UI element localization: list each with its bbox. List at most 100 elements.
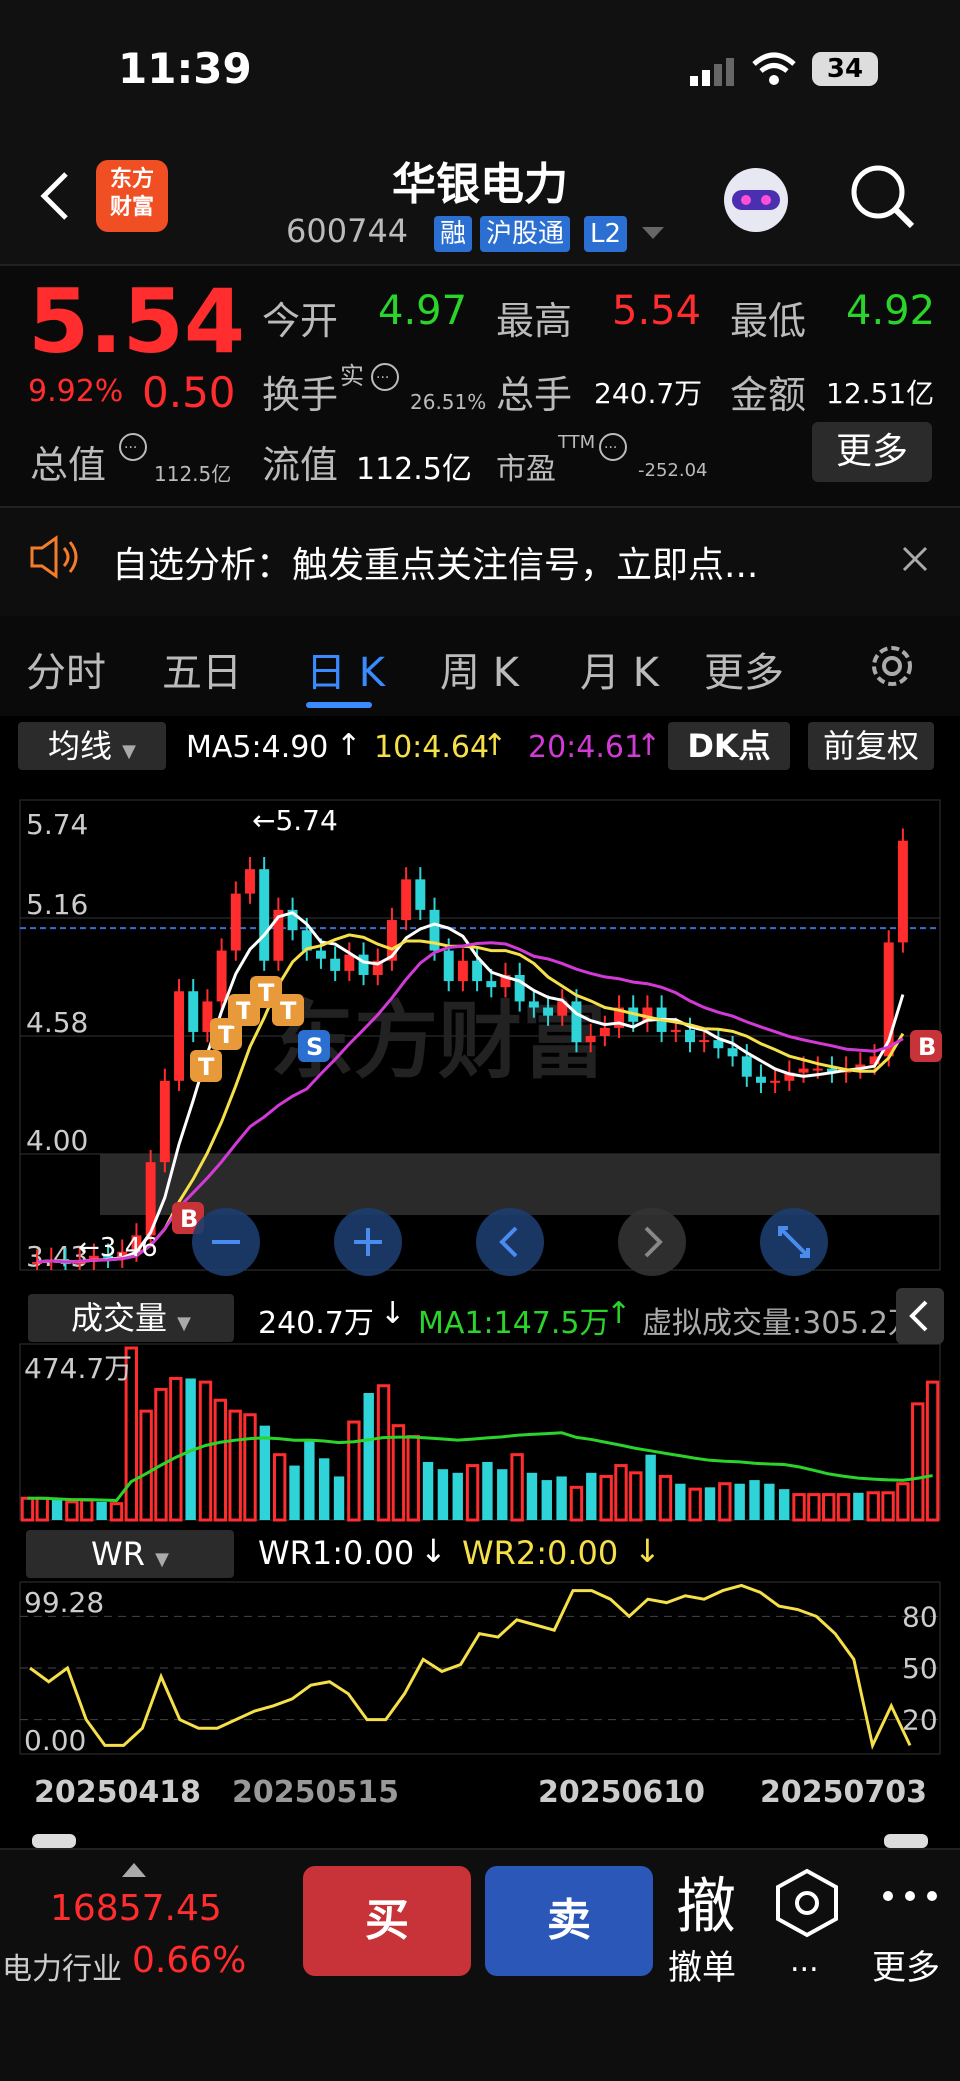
float-label: 流值 — [262, 443, 339, 487]
volume-bar — [688, 1487, 702, 1522]
wr-indicator-select[interactable]: WR ▼ — [26, 1530, 234, 1578]
volume-bar — [319, 1458, 330, 1520]
wr2-down-arrow-icon: ↓ — [634, 1532, 661, 1570]
volume-bar — [896, 1482, 910, 1522]
volume-bar — [510, 1453, 524, 1522]
svg-text:···: ··· — [376, 370, 389, 386]
volume-bar — [718, 1482, 732, 1522]
tab-daily-k[interactable]: 日 K — [306, 640, 385, 698]
volume-bar — [853, 1492, 864, 1520]
info-icon[interactable]: ··· — [598, 432, 628, 466]
wr-chart: 99.28 0.00 80 50 20 20250418 20250515 20250610 2… — [19, 1581, 941, 1848]
adjust-button[interactable]: 前复权 — [808, 722, 934, 770]
caret-up-icon — [122, 1862, 146, 1881]
tab-five-day[interactable]: 五日 — [162, 640, 242, 698]
amount-label: 金额 — [730, 373, 807, 417]
volume-bar — [779, 1489, 790, 1520]
max-price-label: ←5.74 — [252, 804, 338, 837]
volume-bar — [556, 1476, 567, 1520]
volume-bar — [169, 1376, 183, 1522]
close-icon[interactable] — [902, 546, 928, 576]
wr2-value: WR2:0.00 — [462, 1534, 619, 1572]
tag-hk-connect: 沪股通 — [480, 216, 571, 252]
battery-icon: 34 — [812, 52, 878, 86]
high-value: 5.54 — [612, 288, 702, 334]
indicator-label: 均线 — [47, 727, 112, 765]
tab-weekly-k[interactable]: 周 K — [440, 640, 519, 698]
volume-bar — [228, 1409, 242, 1522]
cancel-order-label[interactable]: 撤单 — [668, 1940, 736, 1989]
pe-label: 市盈 — [496, 452, 556, 487]
volume-bar — [614, 1464, 628, 1522]
y-tick-label: 5.16 — [26, 888, 88, 921]
svg-text:···: ··· — [124, 440, 137, 456]
volume-bar — [704, 1487, 716, 1520]
collapse-panel-icon[interactable] — [896, 1288, 944, 1344]
robot-avatar-icon[interactable] — [718, 162, 794, 242]
more-dots-icon[interactable] — [880, 1888, 940, 1908]
volume-bar — [422, 1461, 434, 1520]
virtual-volume: 虚拟成交量:305.2万 — [642, 1306, 910, 1341]
ma5-up-arrow-icon: ↑ — [336, 728, 362, 763]
more-bottom-label[interactable]: 更多 — [872, 1940, 940, 1989]
volume-max-label: 474.7万 — [24, 1352, 132, 1385]
wr-min-label: 0.00 — [24, 1724, 86, 1757]
candle-body — [727, 1048, 738, 1057]
candle-body — [174, 991, 184, 1081]
candle-body — [245, 869, 255, 894]
volume-ma1-line — [27, 1431, 933, 1503]
volume-bar — [198, 1380, 213, 1522]
ma10-value: 10:4.64 — [374, 730, 490, 765]
more-quote-button[interactable]: 更多 — [812, 422, 932, 482]
volume-bar — [391, 1424, 406, 1522]
signal-t-badge-letter: T — [280, 997, 297, 1025]
indicator-select[interactable]: 均线 ▼ — [18, 722, 166, 770]
candle-body — [216, 950, 227, 1002]
volume-bar — [586, 1472, 597, 1520]
sell-button[interactable]: 卖 — [485, 1866, 653, 1976]
info-icon[interactable]: ··· — [370, 362, 400, 396]
cancel-order-glyph[interactable]: 撤 — [676, 1858, 736, 1945]
change-value: 0.50 — [142, 368, 236, 417]
volume-bar — [154, 1387, 168, 1522]
search-icon[interactable] — [848, 162, 918, 236]
hexagon-icon[interactable] — [774, 1868, 840, 1942]
ma5-value: MA5:4.90 — [186, 730, 329, 765]
low-label: 最低 — [730, 299, 807, 343]
index-value[interactable]: 16857.45 — [50, 1888, 222, 1929]
wr-right-tick: 20 — [902, 1704, 938, 1737]
dk-point-button[interactable]: DK点 — [668, 722, 790, 770]
scroll-handle-icon — [32, 1834, 76, 1848]
buy-button[interactable]: 买 — [303, 1866, 471, 1976]
volume-bar — [569, 1485, 584, 1522]
volume-indicator-select[interactable]: 成交量 ▼ — [28, 1294, 234, 1342]
tab-more[interactable]: 更多 — [704, 640, 784, 698]
chevron-down-icon[interactable] — [642, 226, 664, 245]
volume-chart: 474.7万 — [19, 1343, 941, 1522]
info-icon[interactable]: ··· — [118, 432, 148, 466]
volume-bar — [289, 1465, 300, 1520]
pe-value: -252.04 — [638, 460, 708, 481]
index-name[interactable]: 电力行业 — [2, 1944, 122, 1988]
high-label: 最高 — [496, 299, 573, 343]
ma20-up-arrow-icon: ↑ — [636, 728, 662, 763]
volume-bar — [764, 1483, 775, 1520]
tab-monthly-k[interactable]: 月 K — [580, 640, 659, 698]
zoom-right-icon — [618, 1208, 686, 1276]
candle-body — [599, 1027, 610, 1037]
speaker-icon — [28, 534, 80, 584]
gear-icon[interactable] — [866, 640, 918, 696]
volume-bar — [822, 1493, 836, 1522]
ma20-value: 20:4.61 — [528, 730, 644, 765]
tool-ellipsis[interactable]: ... — [790, 1944, 819, 1979]
candle-body — [812, 1068, 823, 1071]
candle-body — [159, 1080, 170, 1163]
ma10-up-arrow-icon: ↑ — [482, 728, 508, 763]
candlestick-chart[interactable]: 5.745.164.584.003.43东方财富←5.74←3.46TTTTTS… — [0, 780, 960, 1280]
candle-body — [188, 991, 199, 1032]
volume-bar — [406, 1435, 420, 1522]
wr-line — [29, 1583, 912, 1751]
volume-bar — [541, 1480, 552, 1520]
tab-intraday[interactable]: 分时 — [26, 640, 106, 698]
candle-body — [741, 1056, 752, 1077]
